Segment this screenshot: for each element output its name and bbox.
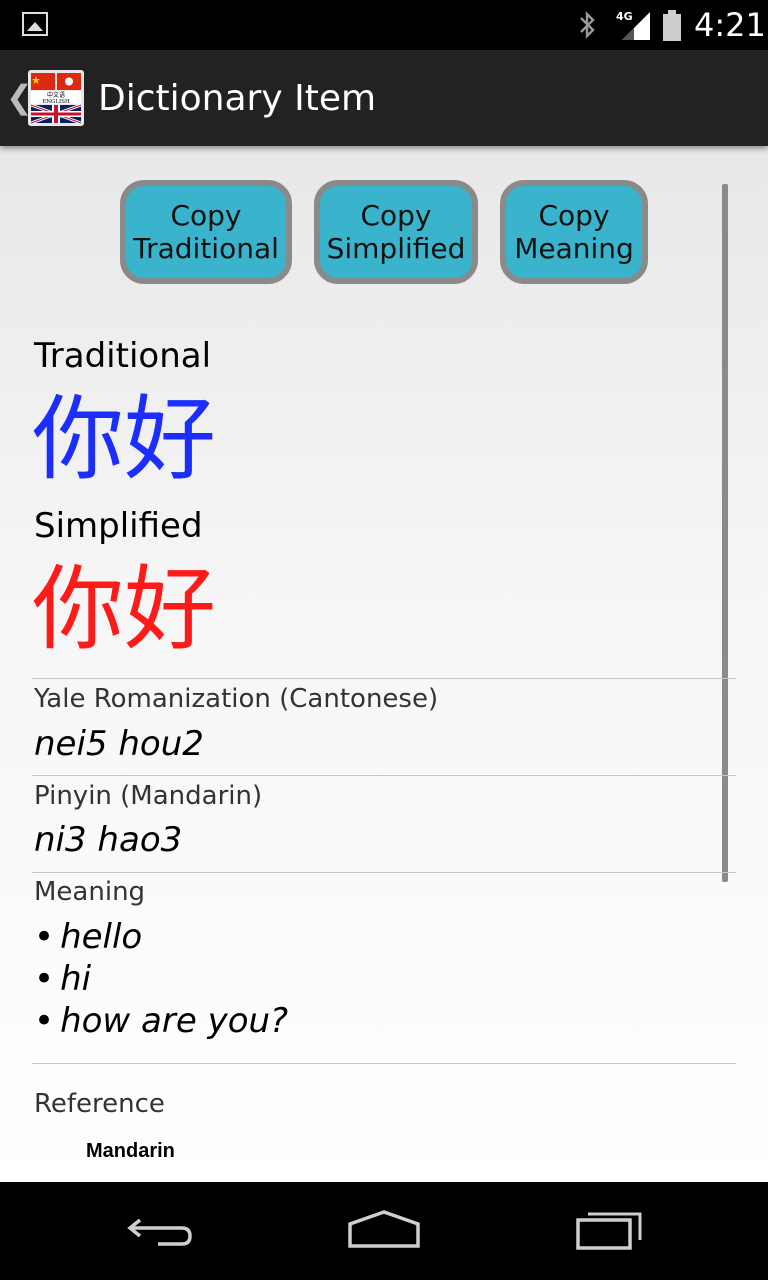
copy-traditional-label-line2: Traditional [133, 232, 279, 265]
meaning-item: • hello [34, 917, 143, 957]
divider [32, 678, 736, 679]
reference-label: Reference [34, 1089, 165, 1119]
clock: 4:21 [694, 6, 766, 44]
divider [32, 775, 736, 776]
copy-simplified-label-line2: Simplified [326, 232, 466, 265]
image-notification-icon [22, 12, 48, 36]
back-nav-icon[interactable] [124, 1206, 196, 1256]
network-type-label: 4G [616, 10, 633, 23]
home-nav-icon[interactable] [346, 1206, 422, 1256]
traditional-label: Traditional [34, 336, 212, 376]
pinyin-value: ni3 hao3 [34, 820, 183, 860]
traditional-characters: 你好 [32, 386, 217, 493]
yale-label: Yale Romanization (Cantonese) [34, 684, 439, 714]
copy-traditional-button[interactable]: Copy Traditional [120, 180, 292, 284]
scrollbar[interactable] [722, 184, 728, 882]
divider [32, 1063, 736, 1064]
yale-romanization: nei5 hou2 [34, 724, 204, 764]
meaning-item: • how are you? [34, 1001, 289, 1041]
page-title: Dictionary Item [98, 78, 377, 119]
bluetooth-icon [580, 11, 595, 39]
logo-chinese-text: 中文语 [47, 91, 65, 99]
app-logo-icon[interactable]: 中文语 ENGLISH [28, 70, 84, 126]
recents-nav-icon[interactable] [574, 1206, 646, 1256]
pinyin-label: Pinyin (Mandarin) [34, 781, 263, 811]
copy-meaning-button[interactable]: Copy Meaning [500, 180, 648, 284]
copy-simplified-button[interactable]: Copy Simplified [314, 180, 478, 284]
copy-simplified-label-line1: Copy [360, 199, 432, 232]
logo-english-text: ENGLISH [42, 99, 70, 105]
copy-meaning-label-line1: Copy [538, 199, 610, 232]
meaning-label: Meaning [34, 877, 146, 907]
meaning-list: • hello • hi • how are you? [34, 916, 288, 1042]
simplified-label: Simplified [34, 506, 203, 546]
simplified-characters: 你好 [32, 556, 217, 663]
reference-mandarin-heading: Mandarin [86, 1140, 175, 1162]
navigation-bar [0, 1182, 768, 1280]
copy-meaning-label-line2: Meaning [514, 232, 634, 265]
action-bar: ❮ 中文语 ENGLISH Dictionary Item [0, 50, 768, 146]
copy-traditional-label-line1: Copy [170, 199, 242, 232]
dictionary-content[interactable]: Copy Traditional Copy Simplified Copy Me… [0, 146, 768, 1182]
battery-icon [663, 10, 681, 41]
status-bar: 4G 4:21 [0, 0, 768, 50]
divider [32, 872, 736, 873]
signal-icon: 4G [616, 10, 650, 40]
meaning-item: • hi [34, 959, 92, 999]
